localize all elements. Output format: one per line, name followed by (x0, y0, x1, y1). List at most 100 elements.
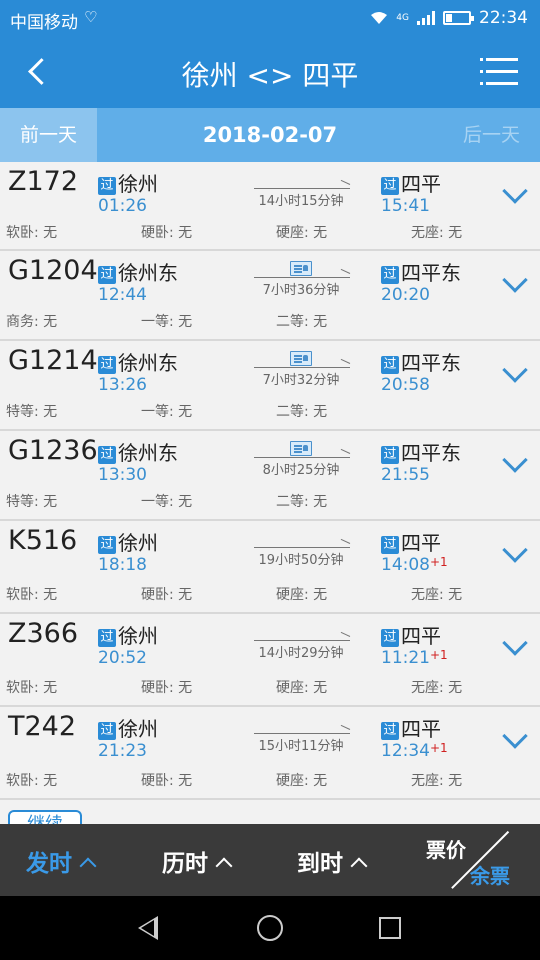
price-remaining-toggle[interactable]: 票价 余票 (422, 824, 540, 896)
status-icons: 4G 22:34 (370, 8, 528, 28)
pass-through-badge: 过 (98, 722, 116, 740)
train-row[interactable]: G1236 过徐州东 13:30 8小时25分钟 过四平东 21:55 特等: … (0, 431, 540, 521)
date-bar: 前一天 2018-02-07 后一天 (0, 108, 540, 162)
previous-day-button[interactable]: 前一天 (0, 108, 97, 162)
pass-through-badge: 过 (381, 446, 399, 464)
next-day-button[interactable]: 后一天 (443, 108, 540, 162)
departure-station: 过徐州东 (98, 347, 178, 376)
departure-station-name: 徐州东 (118, 351, 178, 375)
pass-through-badge: 过 (98, 266, 116, 284)
arrival-time-value: 20:20 (381, 285, 430, 305)
arrow-icon (254, 547, 350, 548)
duration-text: 7小时32分钟 (262, 373, 340, 388)
arrival-time: 21:55 (381, 465, 430, 485)
duration: 15小时11分钟 (252, 721, 350, 754)
sort-by-departure[interactable]: 发时 (26, 844, 97, 878)
duration-text: 7小时36分钟 (262, 283, 340, 298)
nav-back-icon[interactable] (138, 916, 158, 940)
arrow-icon (254, 188, 350, 189)
expand-chevron-icon[interactable] (502, 267, 528, 293)
ticket-icon (290, 261, 312, 276)
arrival-time: 15:41 (381, 196, 430, 216)
train-number: G1214 (8, 345, 98, 376)
menu-icon[interactable] (480, 56, 518, 88)
seat-class: 二等: 无 (276, 494, 328, 510)
seat-class: 硬座: 无 (276, 680, 328, 696)
expand-chevron-icon[interactable] (502, 630, 528, 656)
status-bar: 中国移动 ♡ 4G 22:34 (0, 0, 540, 36)
expand-chevron-icon[interactable] (502, 178, 528, 204)
expand-chevron-icon[interactable] (502, 723, 528, 749)
arrival-station: 过四平东 (381, 437, 461, 466)
duration-text: 19小时50分钟 (258, 553, 344, 568)
duration: 8小时25分钟 (252, 441, 350, 478)
pass-through-badge: 过 (381, 536, 399, 554)
chevron-up-icon (79, 857, 97, 875)
chevron-up-icon (350, 857, 368, 875)
train-row[interactable]: Z172 过徐州 01:26 14小时15分钟 过四平 15:41 软卧: 无 … (0, 162, 540, 251)
seat-class: 特等: 无 (6, 404, 58, 420)
departure-station: 过徐州东 (98, 257, 178, 286)
wifi-icon (371, 12, 388, 24)
pass-through-badge: 过 (98, 356, 116, 374)
network-type: 4G (396, 13, 409, 23)
sort-label: 历时 (162, 851, 208, 877)
departure-station: 过徐州 (98, 527, 158, 556)
continue-button[interactable]: 继续 (8, 810, 82, 824)
train-number: K516 (8, 525, 78, 556)
departure-station: 过徐州 (98, 713, 158, 742)
train-number: Z172 (8, 166, 79, 197)
pass-through-badge: 过 (381, 722, 399, 740)
duration-text: 8小时25分钟 (262, 463, 340, 478)
arrival-time: 14:08+1 (381, 555, 448, 575)
arrival-time-value: 15:41 (381, 196, 430, 216)
seat-class: 无座: 无 (411, 680, 463, 696)
sort-by-duration[interactable]: 历时 (162, 844, 233, 878)
departure-station: 过徐州东 (98, 437, 178, 466)
current-date[interactable]: 2018-02-07 (97, 108, 443, 162)
arrival-station: 过四平 (381, 168, 441, 197)
train-row[interactable]: G1204 过徐州东 12:44 7小时36分钟 过四平东 20:20 商务: … (0, 251, 540, 341)
clock: 22:34 (479, 8, 528, 28)
arrival-station: 过四平 (381, 620, 441, 649)
arrow-icon (254, 457, 350, 458)
pass-through-badge: 过 (98, 446, 116, 464)
departure-station-name: 徐州 (118, 531, 158, 555)
expand-chevron-icon[interactable] (502, 447, 528, 473)
arrival-time: 11:21+1 (381, 648, 448, 668)
arrival-station-name: 四平 (401, 624, 441, 648)
arrival-station-name: 四平 (401, 717, 441, 741)
arrival-station-name: 四平 (401, 172, 441, 196)
arrival-station-name: 四平 (401, 531, 441, 555)
duration: 7小时36分钟 (252, 261, 350, 298)
expand-chevron-icon[interactable] (502, 537, 528, 563)
seat-class: 硬卧: 无 (141, 225, 193, 241)
arrival-time-value: 20:58 (381, 375, 430, 395)
remaining-label: 余票 (470, 864, 510, 888)
expand-chevron-icon[interactable] (502, 357, 528, 383)
seat-class: 无座: 无 (411, 225, 463, 241)
duration: 14小时29分钟 (252, 628, 350, 661)
next-day-marker: +1 (430, 648, 448, 662)
arrival-time-value: 11:21 (381, 648, 430, 668)
sort-label: 到时 (297, 851, 343, 877)
train-row[interactable]: G1214 过徐州东 13:26 7小时32分钟 过四平东 20:58 特等: … (0, 341, 540, 431)
departure-time: 01:26 (98, 196, 147, 216)
train-row[interactable]: T242 过徐州 21:23 15小时11分钟 过四平 12:34+1 软卧: … (0, 707, 540, 800)
arrival-time: 20:58 (381, 375, 430, 395)
pass-through-badge: 过 (381, 629, 399, 647)
carrier-name: 中国移动 (10, 13, 78, 33)
departure-station-name: 徐州东 (118, 441, 178, 465)
departure-time: 13:26 (98, 375, 147, 395)
seat-class: 商务: 无 (6, 314, 58, 330)
train-row[interactable]: Z366 过徐州 20:52 14小时29分钟 过四平 11:21+1 软卧: … (0, 614, 540, 707)
heart-icon: ♡ (84, 8, 98, 26)
sort-by-arrival[interactable]: 到时 (297, 844, 368, 878)
nav-home-icon[interactable] (257, 915, 283, 941)
train-row[interactable]: K516 过徐州 18:18 19小时50分钟 过四平 14:08+1 软卧: … (0, 521, 540, 614)
seat-class: 二等: 无 (276, 404, 328, 420)
train-list: Z172 过徐州 01:26 14小时15分钟 过四平 15:41 软卧: 无 … (0, 162, 540, 800)
train-number: Z366 (8, 618, 79, 649)
departure-station: 过徐州 (98, 168, 158, 197)
nav-recent-apps-icon[interactable] (379, 917, 401, 939)
